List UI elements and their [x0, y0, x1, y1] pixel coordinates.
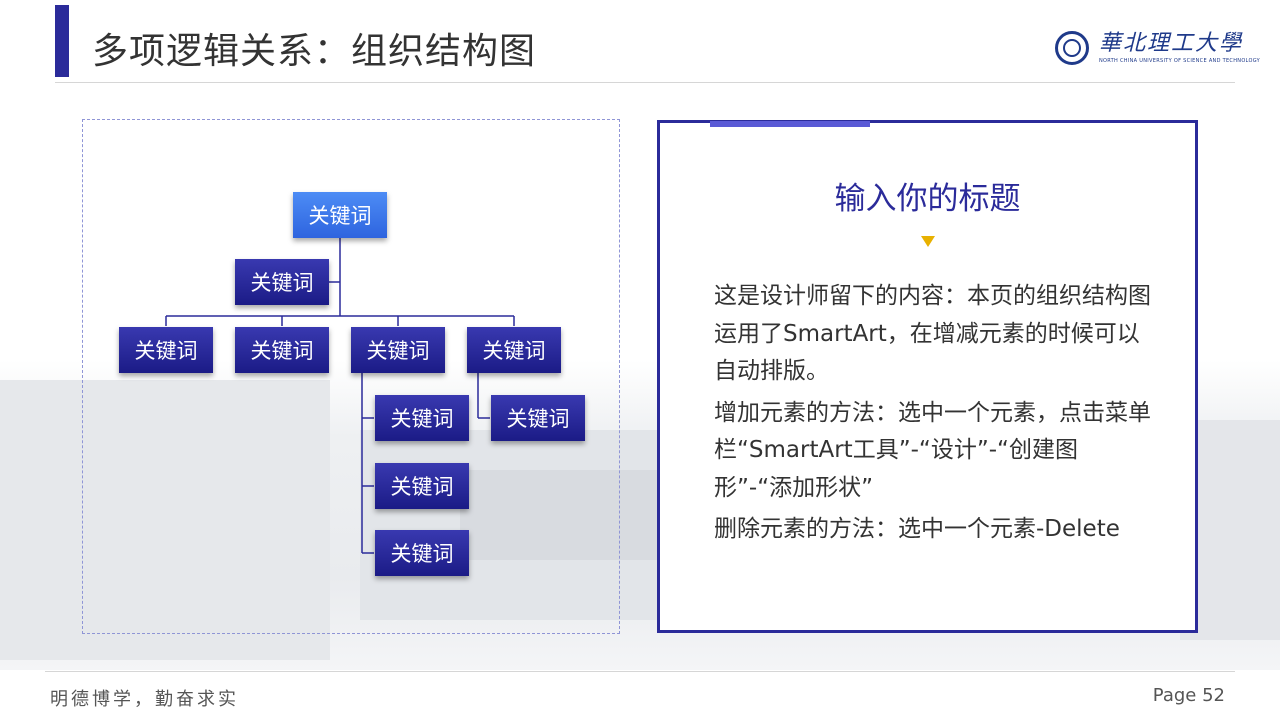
org-node-group4-1[interactable]: 关键词	[491, 395, 585, 441]
card-paragraph: 增加元素的方法：选中一个元素，点击菜单栏“SmartArt工具”-“设计”-“创…	[714, 399, 1151, 501]
page-number: Page 52	[1152, 685, 1225, 706]
header-divider	[55, 82, 1235, 83]
title-accent-bar	[55, 5, 69, 77]
org-node-level2-2[interactable]: 关键词	[235, 327, 329, 373]
org-node-level2-3[interactable]: 关键词	[351, 327, 445, 373]
footer-motto: 明德博学，勤奋求实	[50, 689, 239, 710]
org-node-level2-1[interactable]: 关键词	[119, 327, 213, 373]
logo-name: 華北理工大學	[1099, 31, 1244, 56]
triangle-down-icon	[921, 236, 935, 247]
footer-divider	[45, 671, 1235, 672]
org-node-assistant[interactable]: 关键词	[235, 259, 329, 305]
org-node-level2-4[interactable]: 关键词	[467, 327, 561, 373]
card-title[interactable]: 输入你的标题	[657, 173, 1198, 218]
org-node-group3-1[interactable]: 关键词	[375, 395, 469, 441]
card-accent-tab	[710, 121, 870, 127]
logo-subtitle: NORTH CHINA UNIVERSITY OF SCIENCE AND TE…	[1099, 58, 1260, 64]
page-title: 多项逻辑关系：组织结构图	[92, 31, 537, 72]
card-paragraph: 这是设计师留下的内容：本页的组织结构图运用了SmartArt，在增减元素的时候可…	[714, 283, 1151, 384]
org-node-root[interactable]: 关键词	[293, 192, 387, 238]
university-logo: 華北理工大學 NORTH CHINA UNIVERSITY OF SCIENCE…	[1055, 31, 1260, 65]
org-node-group3-2[interactable]: 关键词	[375, 463, 469, 509]
university-seal-icon	[1055, 31, 1089, 65]
org-node-group3-3[interactable]: 关键词	[375, 530, 469, 576]
card-paragraph: 删除元素的方法：选中一个元素-Delete	[714, 516, 1120, 542]
card-body[interactable]: 这是设计师留下的内容：本页的组织结构图运用了SmartArt，在增减元素的时候可…	[714, 278, 1154, 553]
